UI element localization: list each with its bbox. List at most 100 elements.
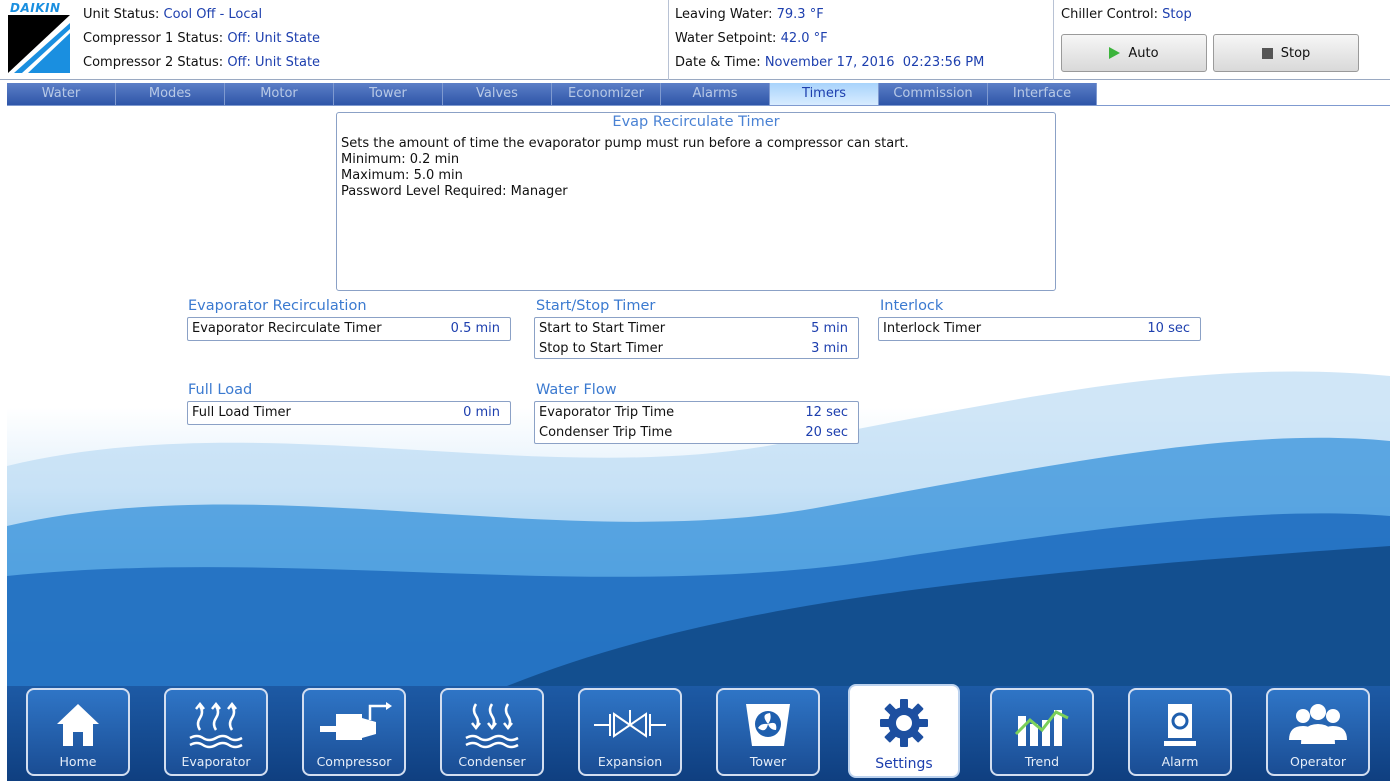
nav-tower-button[interactable]: Tower [716, 688, 820, 776]
expansion-valve-icon [580, 696, 680, 754]
nav-operator-button[interactable]: Operator [1266, 688, 1370, 776]
help-description-box: Evap Recirculate Timer Sets the amount o… [336, 112, 1056, 291]
tab-water[interactable]: Water [7, 83, 116, 105]
nav-condenser-button[interactable]: Condenser [440, 688, 544, 776]
leaving-water-value: 79.3 °F [776, 7, 824, 22]
param-value: 0.5 min [450, 321, 500, 336]
nav-label: Evaporator [181, 754, 251, 769]
param-value: 20 sec [805, 425, 848, 440]
daikin-logo: DAIKIN [8, 3, 70, 73]
compressor-1-status-line: Compressor 1 Status: Off: Unit State [83, 31, 321, 46]
tab-alarms[interactable]: Alarms [661, 83, 770, 105]
water-setpoint-line: Water Setpoint: 42.0 °F [675, 31, 828, 46]
nav-trend-button[interactable]: Trend [990, 688, 1094, 776]
nav-label: Settings [875, 756, 933, 772]
readings-column: Leaving Water: 79.3 °F Water Setpoint: 4… [675, 6, 984, 78]
auto-button-label: Auto [1128, 45, 1159, 61]
settings-tab-bar: Water Modes Motor Tower Valves Economize… [7, 83, 1097, 105]
full-load-group: Full Load Timer 0 min [187, 401, 511, 425]
water-flow-group: Evaporator Trip Time 12 sec Condenser Tr… [534, 401, 859, 444]
trend-chart-icon [992, 696, 1092, 754]
nav-alarm-button[interactable]: Alarm [1128, 688, 1232, 776]
unit-status-column: Unit Status: Cool Off - Local Compressor… [83, 6, 320, 78]
param-full-load-timer[interactable]: Full Load Timer 0 min [188, 403, 510, 423]
param-evaporator-recirculate-timer[interactable]: Evaporator Recirculate Timer 0.5 min [188, 319, 510, 339]
leaving-water-line: Leaving Water: 79.3 °F [675, 7, 824, 22]
param-start-to-start-timer[interactable]: Start to Start Timer 5 min [535, 319, 858, 339]
compressor-2-status-line: Compressor 2 Status: Off: Unit State [83, 55, 321, 70]
nav-expansion-button[interactable]: Expansion [578, 688, 682, 776]
param-label: Evaporator Trip Time [539, 405, 675, 420]
play-icon [1109, 47, 1121, 59]
param-label: Interlock Timer [883, 321, 982, 336]
nav-label: Tower [749, 754, 787, 769]
help-description-line: Sets the amount of time the evaporator p… [341, 136, 909, 151]
tab-motor[interactable]: Motor [225, 83, 334, 105]
compressor-icon [304, 696, 404, 754]
param-label: Condenser Trip Time [539, 425, 673, 440]
nav-compressor-button[interactable]: Compressor [302, 688, 406, 776]
nav-settings-button[interactable]: Settings [848, 684, 960, 778]
alarm-icon [1130, 696, 1230, 754]
param-label: Full Load Timer [192, 405, 291, 420]
compressor-1-status-value: Off: Unit State [227, 31, 321, 46]
header-divider [668, 0, 669, 80]
chiller-control-line: Chiller Control: Stop [1061, 7, 1192, 22]
param-label: Evaporator Recirculate Timer [192, 321, 382, 336]
nav-label: Alarm [1161, 754, 1199, 769]
tab-economizer[interactable]: Economizer [552, 83, 661, 105]
nav-label: Compressor [316, 754, 392, 769]
date-time-value: November 17, 2016 02:23:56 PM [764, 55, 985, 70]
group-title-full-load: Full Load [188, 382, 253, 398]
group-title-start-stop-timer: Start/Stop Timer [536, 298, 656, 314]
nav-label: Expansion [597, 754, 663, 769]
param-label: Start to Start Timer [539, 321, 666, 336]
stop-square-icon [1261, 47, 1273, 59]
nav-evaporator-button[interactable]: Evaporator [164, 688, 268, 776]
date-time-line: Date & Time: November 17, 2016 02:23:56 … [675, 55, 985, 70]
tab-commission[interactable]: Commission [879, 83, 988, 105]
tower-fan-icon [718, 696, 818, 754]
param-value: 0 min [463, 405, 500, 420]
unit-status-line: Unit Status: Cool Off - Local [83, 7, 263, 22]
help-password-line: Password Level Required: Manager [341, 184, 568, 199]
bottom-navigation: Home Evaporator Compressor Condenser Exp… [7, 684, 1390, 781]
operator-users-icon [1268, 696, 1368, 754]
home-icon [28, 696, 128, 754]
param-value: 10 sec [1147, 321, 1190, 336]
tab-interface[interactable]: Interface [988, 83, 1097, 105]
param-value: 12 sec [805, 405, 848, 420]
compressor-2-status-value: Off: Unit State [227, 55, 321, 70]
help-title: Evap Recirculate Timer [612, 114, 780, 130]
group-title-evaporator-recirculation: Evaporator Recirculation [188, 298, 367, 314]
start-stop-timer-group: Start to Start Timer 5 min Stop to Start… [534, 317, 859, 359]
nav-home-button[interactable]: Home [26, 688, 130, 776]
status-header: DAIKIN Unit Status: Cool Off - Local Com… [0, 0, 1390, 80]
auto-button[interactable]: Auto [1061, 34, 1207, 72]
param-value: 5 min [811, 321, 848, 336]
header-divider [1053, 0, 1054, 80]
condenser-icon [442, 696, 542, 754]
stop-button[interactable]: Stop [1213, 34, 1359, 72]
nav-label: Trend [1024, 754, 1060, 769]
unit-status-value: Cool Off - Local [163, 7, 263, 22]
help-maximum-line: Maximum: 5.0 min [341, 168, 463, 183]
nav-label: Operator [1290, 754, 1346, 769]
tab-timers[interactable]: Timers [770, 83, 879, 105]
param-value: 3 min [811, 341, 848, 356]
param-condenser-trip-time[interactable]: Condenser Trip Time 20 sec [535, 423, 858, 443]
param-label: Stop to Start Timer [539, 341, 663, 356]
tab-valves[interactable]: Valves [443, 83, 552, 105]
param-interlock-timer[interactable]: Interlock Timer 10 sec [879, 319, 1200, 339]
chiller-control-value: Stop [1162, 7, 1192, 22]
tab-modes[interactable]: Modes [116, 83, 225, 105]
logo-text: DAIKIN [10, 3, 61, 15]
param-evaporator-trip-time[interactable]: Evaporator Trip Time 12 sec [535, 403, 858, 423]
tab-tower[interactable]: Tower [334, 83, 443, 105]
param-stop-to-start-timer[interactable]: Stop to Start Timer 3 min [535, 339, 858, 359]
gear-icon [850, 694, 958, 752]
group-title-water-flow: Water Flow [536, 382, 617, 398]
evaporator-icon [166, 696, 266, 754]
evaporator-recirculation-group: Evaporator Recirculate Timer 0.5 min [187, 317, 511, 341]
stop-button-label: Stop [1280, 45, 1311, 61]
